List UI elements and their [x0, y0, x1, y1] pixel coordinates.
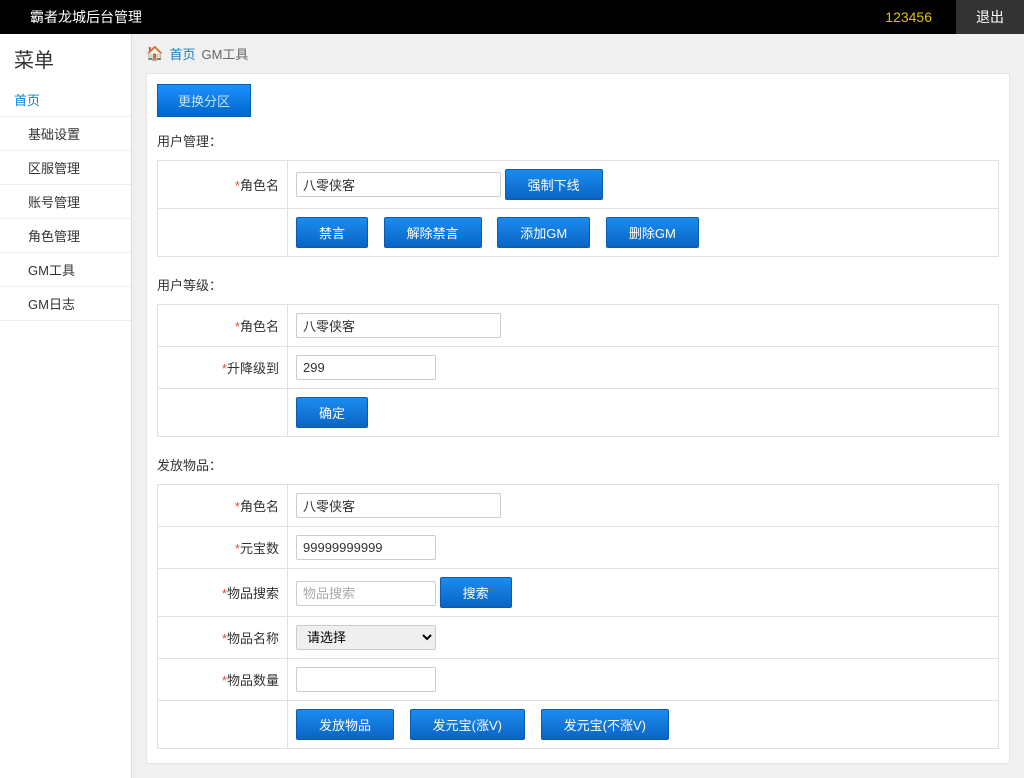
breadcrumb-current: GM工具	[201, 44, 248, 63]
content: 更换分区 用户管理： *角色名 强制下线 禁言 解除禁言 添加GM	[146, 73, 1010, 764]
delete-gm-button[interactable]: 删除GM	[606, 217, 699, 248]
item-qty-input[interactable]	[296, 667, 436, 692]
give-item-button[interactable]: 发放物品	[296, 709, 394, 740]
role-name-input-3[interactable]	[296, 493, 501, 518]
sidebar-item-zone-mgmt[interactable]: 区服管理	[0, 151, 131, 185]
gold-label: 元宝数	[240, 541, 279, 556]
topbar: 霸者龙城后台管理 123456 退出	[0, 0, 1024, 34]
unmute-button[interactable]: 解除禁言	[384, 217, 482, 248]
role-label-3: 角色名	[240, 499, 279, 514]
item-name-label: 物品名称	[227, 631, 279, 646]
topbar-user[interactable]: 123456	[861, 0, 956, 34]
breadcrumb: 🏠 首页 GM工具	[132, 34, 1024, 73]
app-title: 霸者龙城后台管理	[0, 7, 861, 27]
role-name-input[interactable]	[296, 172, 501, 197]
sidebar-item-gm-log[interactable]: GM日志	[0, 287, 131, 321]
give-gold-nv-button[interactable]: 发元宝(不涨V)	[541, 709, 669, 740]
item-qty-label: 物品数量	[227, 673, 279, 688]
sidebar-item-basic-settings[interactable]: 基础设置	[0, 117, 131, 151]
sidebar-header: 菜单	[0, 34, 131, 83]
sidebar-item-account-mgmt[interactable]: 账号管理	[0, 185, 131, 219]
sidebar-item-role-mgmt[interactable]: 角色管理	[0, 219, 131, 253]
logout-button[interactable]: 退出	[956, 0, 1024, 34]
item-search-label: 物品搜索	[227, 586, 279, 601]
sidebar-item-home[interactable]: 首页	[0, 83, 131, 117]
main: 🏠 首页 GM工具 更换分区 用户管理： *角色名 强制下线	[132, 34, 1024, 778]
level-input[interactable]	[296, 355, 436, 380]
role-label: 角色名	[240, 178, 279, 193]
gold-input[interactable]	[296, 535, 436, 560]
breadcrumb-home[interactable]: 首页	[169, 44, 195, 63]
user-level-table: *角色名 *升降级到 确定	[157, 304, 999, 437]
sidebar: 菜单 首页 基础设置 区服管理 账号管理 角色管理 GM工具 GM日志	[0, 34, 132, 778]
section-user-level-title: 用户等级：	[147, 271, 1009, 298]
give-item-table: *角色名 *元宝数 *物品搜索 搜索	[157, 484, 999, 749]
role-label-2: 角色名	[240, 319, 279, 334]
confirm-level-button[interactable]: 确定	[296, 397, 368, 428]
give-gold-v-button[interactable]: 发元宝(涨V)	[410, 709, 525, 740]
item-search-input[interactable]	[296, 581, 436, 606]
sidebar-item-gm-tools[interactable]: GM工具	[0, 253, 131, 287]
force-offline-button[interactable]: 强制下线	[505, 169, 603, 200]
level-label: 升降级到	[227, 361, 279, 376]
section-give-item-title: 发放物品：	[147, 451, 1009, 478]
switch-zone-button[interactable]: 更换分区	[157, 84, 251, 117]
add-gm-button[interactable]: 添加GM	[497, 217, 590, 248]
search-button[interactable]: 搜索	[440, 577, 512, 608]
home-icon: 🏠	[146, 45, 163, 62]
section-user-mgmt-title: 用户管理：	[147, 127, 1009, 154]
user-mgmt-table: *角色名 强制下线 禁言 解除禁言 添加GM 删除GM	[157, 160, 999, 257]
item-name-select[interactable]: 请选择	[296, 625, 436, 650]
mute-button[interactable]: 禁言	[296, 217, 368, 248]
role-name-input-2[interactable]	[296, 313, 501, 338]
